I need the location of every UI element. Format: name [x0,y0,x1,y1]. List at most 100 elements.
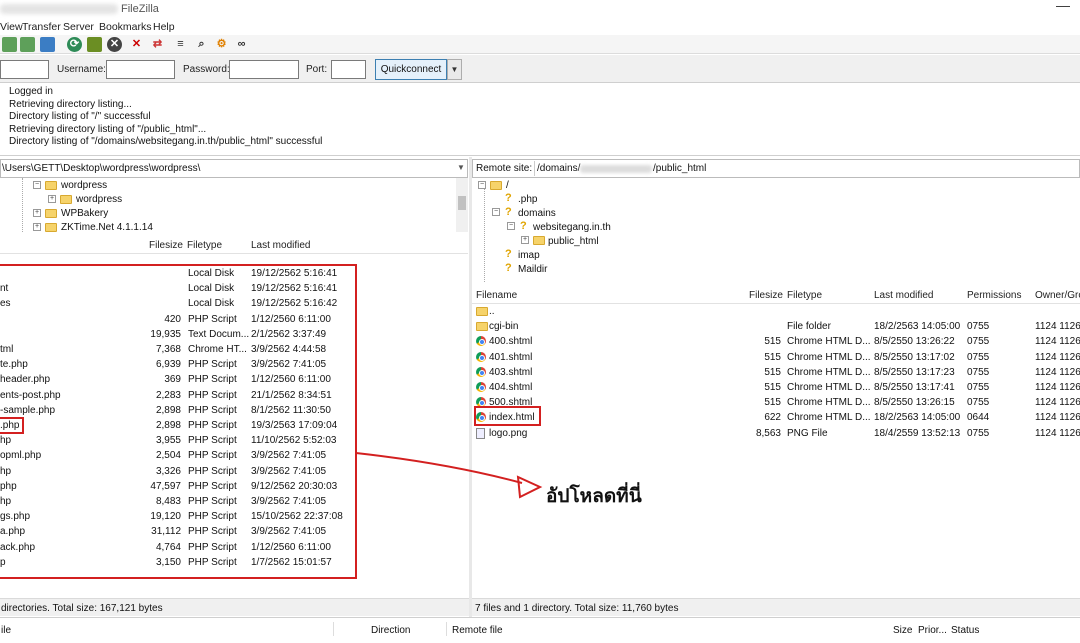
panel-splitter[interactable] [469,157,472,617]
port-input[interactable] [331,60,366,79]
col-priority[interactable]: Prior... [918,625,947,636]
col-last-modified[interactable]: Last modified [874,290,933,301]
remote-file-date: 18/4/2559 13:52:13 [874,427,961,439]
remote-file-size: 515 [764,336,781,348]
col-last-modified[interactable]: Last modified [251,240,310,251]
remote-file-type: Chrome HTML D... [787,351,871,363]
table-row[interactable]: logo.png 8,563 PNG File 18/4/2559 13:52:13 0… [472,426,1080,441]
process-queue-icon[interactable] [87,37,102,52]
search-icon[interactable]: ∞ [234,37,249,52]
col-local-file[interactable]: ile [1,625,11,636]
table-row[interactable]: 403.shtml 515 Chrome HTML D... 8/5/2550 13:… [472,365,1080,380]
title-bar: FileZilla — [0,0,1080,19]
col-filesize[interactable]: Filesize [749,290,783,301]
quickconnect-button[interactable]: Quickconnect [375,59,447,80]
menu-bookmarks[interactable]: Bookmarks [99,21,152,33]
toggle-log-icon[interactable] [2,37,17,52]
tree-item-imap[interactable]: imap [518,250,540,261]
quickconnect-dropdown-icon[interactable]: ▼ [447,59,462,80]
col-direction[interactable]: Direction [371,625,410,636]
upload-here-annotation: อัปโหลดที่นี่ [546,485,642,507]
tree-item-public-html[interactable]: public_html [548,236,599,247]
col-status[interactable]: Status [951,625,979,636]
expand-icon[interactable]: + [33,209,41,217]
local-tree-scrollbar[interactable] [456,178,468,232]
file-highlight [0,417,24,434]
local-path-input[interactable]: \Users\GETT\Desktop\wordpress\wordpress\… [0,159,468,178]
tree-item-maildir[interactable]: Maildir [518,264,547,275]
folder-icon [45,223,57,232]
tree-item-wordpress-sub[interactable]: wordpress [76,194,122,205]
col-owner[interactable]: Owner/Gro [1035,290,1080,301]
table-row[interactable]: 404.shtml 515 Chrome HTML D... 8/5/2550 13:… [472,380,1080,395]
compare-icon[interactable]: ⚙ [214,37,229,52]
tree-item-php[interactable]: .php [518,194,537,205]
tree-item-wpbakery[interactable]: WPBakery [61,208,108,219]
remote-file-owner: 1124 1126 [1035,382,1080,393]
table-row[interactable]: cgi-bin File folder 18/2/2563 14:05:00 0755… [472,319,1080,334]
upload-arrow-icon [355,452,543,499]
table-row[interactable]: index.html 622 Chrome HTML D... 18/2/2563 1… [472,410,1080,425]
collapse-icon[interactable]: − [33,181,41,189]
col-size[interactable]: Size [893,625,912,636]
table-row[interactable]: .. [472,304,1080,319]
minimize-button[interactable]: — [1056,0,1070,13]
remote-file-owner: 1124 1126 [1035,336,1080,348]
toggle-queue-icon[interactable] [40,37,55,52]
remote-file-name: cgi-bin [489,321,519,333]
disconnect-icon[interactable]: ✕ [129,37,144,52]
collapse-icon[interactable]: − [478,181,486,189]
cancel-icon[interactable]: ✕ [107,37,122,52]
menu-help[interactable]: Help [153,21,175,33]
remote-file-date: 18/2/2563 14:05:00 [874,412,961,424]
col-permissions[interactable]: Permissions [967,290,1021,301]
toggle-tree-icon[interactable] [20,37,35,52]
collapse-icon[interactable]: − [492,208,500,216]
log-line: Directory listing of "/" successful [9,111,151,122]
reconnect-icon[interactable]: ⇄ [150,37,165,52]
log-line: Logged in [9,86,53,97]
remote-file-permissions: 0644 [967,412,990,424]
tree-item-wordpress[interactable]: wordpress [61,180,107,191]
remote-path-suffix[interactable]: /public_html [653,163,706,174]
username-input[interactable] [106,60,175,79]
unknown-folder-icon: ? [505,248,512,260]
expand-icon[interactable]: + [521,236,529,244]
remote-file-list[interactable]: .. cgi-bin File folder 18/2/2563 14:05:00 07… [472,304,1080,596]
tree-item-zktime[interactable]: ZKTime.Net 4.1.1.14 [61,222,153,233]
menu-server[interactable]: Server [63,21,94,33]
col-remote-file[interactable]: Remote file [452,625,503,636]
filter-icon[interactable]: ≡ [173,37,188,52]
local-tree: − wordpress + wordpress + WPBakery + ZKT… [0,178,468,233]
table-row[interactable]: 500.shtml 515 Chrome HTML D... 8/5/2550 13:… [472,395,1080,410]
col-filesize[interactable]: Filesize [149,240,183,251]
menu-view[interactable]: View [0,21,23,33]
table-row[interactable]: 401.shtml 515 Chrome HTML D... 8/5/2550 13:… [472,350,1080,365]
host-input[interactable] [0,60,49,79]
remote-path-prefix[interactable]: /domains/ [537,163,580,174]
table-row[interactable]: 400.shtml 515 Chrome HTML D... 8/5/2550 13:… [472,334,1080,349]
col-filetype[interactable]: Filetype [787,290,822,301]
folder-icon [476,322,488,332]
collapse-icon[interactable]: − [507,222,515,230]
sync-browse-icon[interactable]: ⌕ [194,37,209,52]
tree-item-root[interactable]: / [506,180,509,191]
remote-file-type: Chrome HTML D... [787,382,871,393]
expand-icon[interactable]: + [33,223,41,231]
expand-icon[interactable]: + [48,195,56,203]
chevron-down-icon[interactable]: ▼ [457,163,465,172]
tree-item-websitegang[interactable]: websitegang.in.th [533,222,611,233]
remote-file-name: .. [489,306,495,317]
password-input[interactable] [229,60,299,79]
message-log[interactable]: Logged in Retrieving directory listing..… [0,84,1080,156]
col-filename[interactable]: Filename [476,290,517,301]
remote-file-owner: 1124 1126 [1035,427,1080,439]
remote-status-bar: 7 files and 1 directory. Total size: 11,… [472,598,1080,616]
tree-item-domains[interactable]: domains [518,208,556,219]
menu-transfer[interactable]: Transfer [22,21,61,33]
local-status-bar: directories. Total size: 167,121 bytes [0,598,469,616]
username-label: Username: [57,64,106,75]
remote-file-size: 515 [764,351,781,363]
col-filetype[interactable]: Filetype [187,240,222,251]
refresh-icon[interactable]: ⟳ [67,37,82,52]
